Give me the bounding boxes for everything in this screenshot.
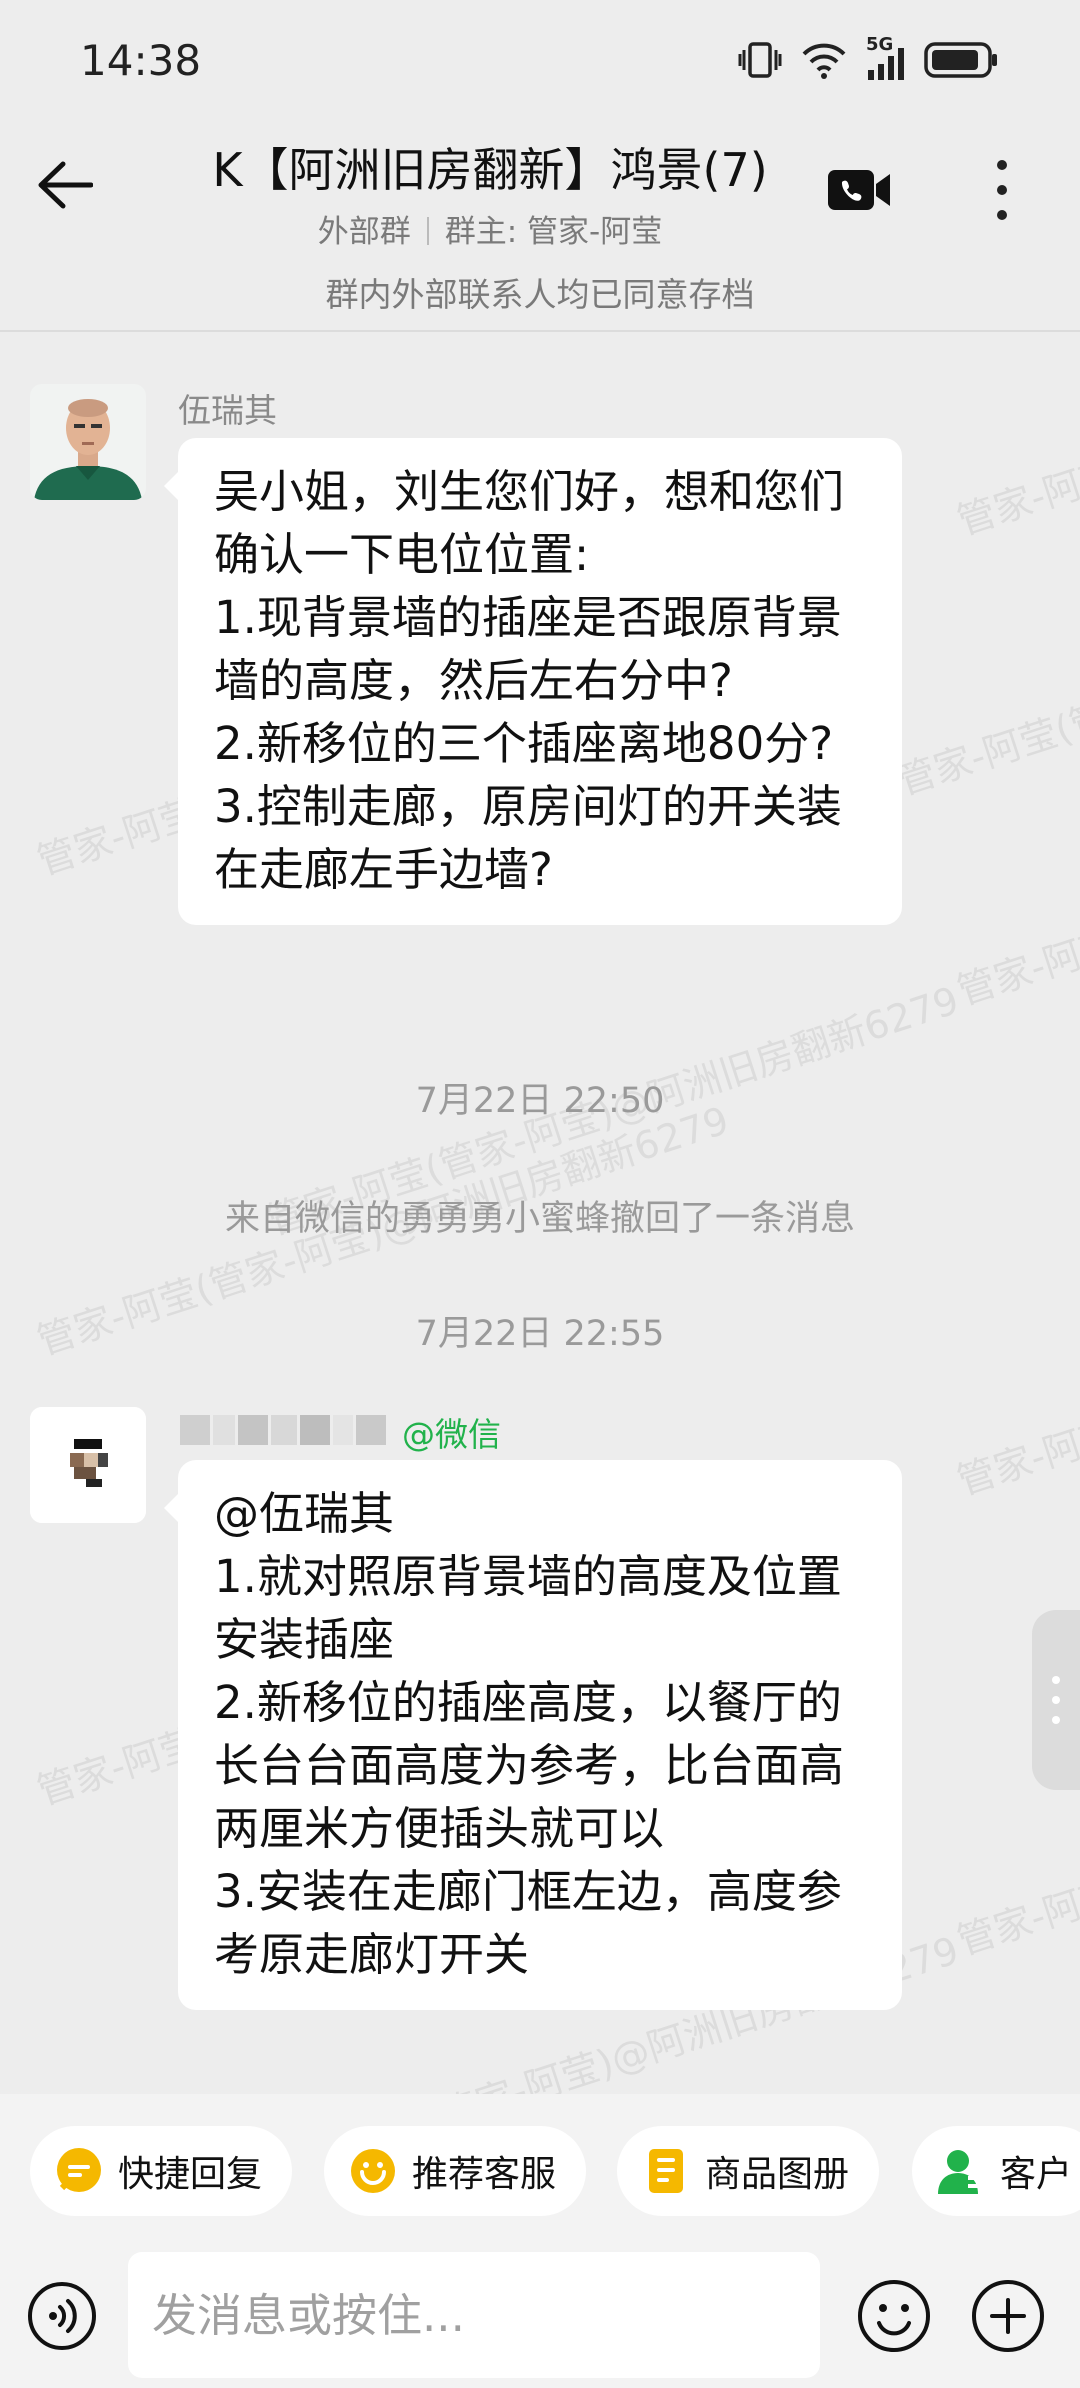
composer-bar [0, 2244, 1080, 2388]
chat-header: K【阿洲旧房翻新】鸿景(7) 外部群 群主: 管家-阿莹 [0, 120, 1080, 260]
chat-title: K【阿洲旧房翻新】鸿景(7) [212, 143, 768, 197]
title-block[interactable]: K【阿洲旧房翻新】鸿景(7) 外部群 群主: 管家-阿莹 [160, 134, 820, 251]
back-button[interactable] [30, 150, 100, 220]
handle-dot-icon [1052, 1676, 1060, 1684]
mask-block [180, 1415, 210, 1445]
sender-name: 伍瑞其 [178, 391, 277, 430]
customer-icon [938, 2150, 984, 2194]
status-bar: 14:38 5G [0, 0, 1080, 120]
archive-notice: 群内外部联系人均已同意存档 [325, 275, 755, 314]
chat-bubble-icon [57, 2148, 101, 2192]
recall-notice: 来自微信的勇勇勇小蜜蜂撤回了一条消息 [224, 1199, 855, 1239]
handle-dot-icon [1052, 1716, 1060, 1724]
signal-indicator: 5G [866, 34, 906, 80]
subtitle-divider [426, 217, 429, 245]
group-owner: 群主: 管家-阿莹 [444, 214, 663, 250]
mask-block [300, 1415, 330, 1445]
quick-reply-label: 快捷回复 [118, 2154, 263, 2195]
sender-name-masked [180, 1415, 390, 1449]
sender-avatar[interactable] [30, 1407, 146, 1523]
customer-chip[interactable]: 客户 [912, 2126, 1080, 2216]
chat-subtitle: 外部群 群主: 管家-阿莹 [160, 206, 820, 251]
service-icon [351, 2149, 395, 2193]
recommend-service-chip[interactable]: 推荐客服 [324, 2126, 587, 2216]
mask-block [213, 1415, 235, 1445]
message-input[interactable] [128, 2252, 820, 2378]
mask-block [356, 1415, 386, 1445]
timestamp: 7月22日 22:55 [415, 1314, 665, 1354]
message-bubble[interactable]: 吴小姐，刘生您们好，想和您们确认一下电位位置: 1.现背景墙的插座是否跟原背景墙… [164, 438, 902, 925]
watermark: 管家-阿莹(管家-阿莹)@阿洲旧房翻新6279 [891, 538, 1080, 804]
timestamp: 7月22日 22:50 [415, 1081, 665, 1121]
group-type: 外部群 [317, 214, 411, 250]
message-bubble[interactable]: @伍瑞其 1.就对照原背景墙的高度及位置安装插座 2.新移位的插座高度，以餐厅的… [164, 1460, 902, 2010]
more-dot-icon [997, 210, 1007, 221]
status-time: 14:38 [80, 36, 202, 85]
mask-block [271, 1415, 297, 1445]
product-catalog-label: 商品图册 [705, 2154, 850, 2195]
avatar-photo-icon [30, 384, 146, 500]
watermark: 管家-阿莹(管家-阿莹)@阿洲旧房翻新6279 [951, 1238, 1080, 1504]
catalog-icon [649, 2149, 683, 2193]
voice-input-icon[interactable] [26, 2280, 98, 2352]
handle-dot-icon [1052, 1696, 1060, 1704]
quick-action-bar: 快捷回复 推荐客服 商品图册 客户 [0, 2094, 1080, 2244]
product-catalog-chip[interactable]: 商品图册 [617, 2126, 880, 2216]
mask-block [238, 1415, 268, 1445]
pixelated-avatar-icon [30, 1407, 146, 1523]
wechat-tag: @微信 [402, 1415, 501, 1454]
emoji-icon[interactable] [856, 2278, 932, 2354]
vibrate-icon [738, 42, 782, 78]
sender-avatar[interactable] [30, 384, 146, 500]
quick-reply-chip[interactable]: 快捷回复 [30, 2126, 293, 2216]
watermark: 管家-阿莹(管家-阿莹)@阿洲旧房翻新6279 [951, 748, 1080, 1014]
plus-icon[interactable] [970, 2278, 1046, 2354]
mask-block [333, 1415, 353, 1445]
more-dot-icon [997, 184, 1007, 195]
recommend-service-label: 推荐客服 [412, 2154, 557, 2195]
battery-icon [924, 42, 997, 78]
header-divider [0, 330, 1080, 332]
network-label: 5G [866, 34, 894, 55]
video-call-icon [828, 170, 890, 210]
back-arrow-icon [38, 161, 93, 209]
wifi-icon [802, 43, 846, 79]
more-dot-icon [997, 159, 1007, 170]
more-options-button[interactable] [975, 152, 1029, 228]
video-call-button[interactable] [826, 160, 892, 220]
side-drawer-handle[interactable] [1032, 1610, 1080, 1790]
status-icons: 5G [738, 34, 1000, 80]
customer-label: 客户 [1000, 2154, 1073, 2195]
